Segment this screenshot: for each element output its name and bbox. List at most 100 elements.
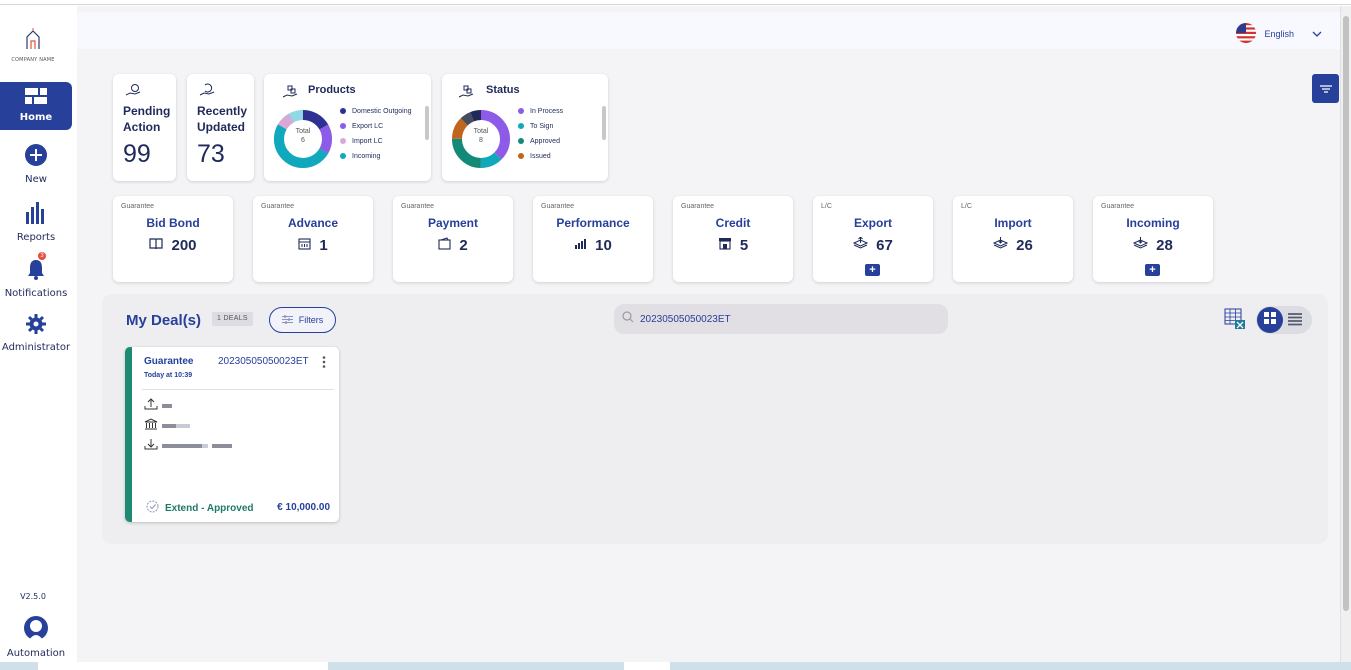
notification-badge: 3: [38, 252, 46, 260]
stack-down-icon: [992, 237, 1009, 254]
main-content: English Pending Action 99 Recently Updat…: [77, 6, 1340, 665]
sidebar-item-reports[interactable]: Reports: [0, 196, 72, 244]
sidebar-item-new[interactable]: New: [0, 138, 72, 186]
top-bar: English: [77, 12, 1340, 49]
bank-icon: [144, 417, 158, 435]
masked-text: [162, 444, 202, 448]
check-circle-icon: [146, 500, 159, 516]
filter-panel-button[interactable]: [1312, 74, 1339, 103]
masked-text: [176, 424, 190, 428]
sidebar-item-label: New: [25, 174, 47, 185]
add-export-button[interactable]: +: [865, 264, 880, 276]
deals-count-badge: 1 DEALS: [212, 312, 253, 326]
product-name: Bid Bond: [146, 216, 200, 230]
product-card-incoming[interactable]: Guarantee Incoming 28 +: [1093, 196, 1213, 282]
legend-label: Approved: [530, 138, 560, 145]
recently-updated-card[interactable]: Recently Updated 73: [187, 74, 254, 181]
product-card-performance[interactable]: Guarantee Performance 10: [533, 196, 653, 282]
chevron-down-icon: [1312, 29, 1322, 39]
legend-item: To Sign: [518, 122, 600, 131]
legend-label: To Sign: [530, 123, 554, 130]
my-deals-panel: My Deal(s) 1 DEALS Filters Guarantee 202…: [102, 294, 1328, 544]
page-scrollbar[interactable]: [1340, 6, 1351, 665]
product-name: Performance: [556, 216, 630, 230]
sidebar-item-label: Administrator: [1, 342, 71, 353]
search-input[interactable]: [640, 313, 930, 325]
user-profile[interactable]: Automation: [0, 610, 72, 659]
search-bar[interactable]: [614, 304, 948, 334]
export-excel-button[interactable]: [1224, 308, 1246, 335]
window-top-border: [0, 0, 1351, 5]
legend-label: Export LC: [352, 123, 384, 130]
product-card-export[interactable]: L/C Export 67 +: [813, 196, 933, 282]
sidebar-item-notifications[interactable]: 3 Notifications: [0, 252, 72, 300]
bell-icon: [26, 258, 46, 285]
home-icon: [25, 88, 47, 109]
product-card-advance[interactable]: Guarantee Advance 1: [253, 196, 373, 282]
product-category: L/C: [961, 203, 972, 210]
grid-view-button[interactable]: [1257, 307, 1283, 333]
user-avatar-icon: [23, 616, 49, 645]
app-version: V2.5.0: [20, 592, 46, 601]
deal-type: Guarantee: [144, 356, 194, 367]
language-label: English: [1264, 29, 1294, 39]
store-icon: [718, 237, 732, 254]
more-vertical-icon: [321, 356, 327, 373]
my-deals-title: My Deal(s): [126, 312, 202, 329]
pending-action-card[interactable]: Pending Action 99: [113, 74, 176, 181]
deal-reference: 20230505050023ET: [218, 356, 309, 367]
legend-label: Incoming: [352, 153, 381, 160]
recently-updated-title: Recently Updated: [197, 104, 248, 134]
hand-boxes-icon: [458, 84, 474, 105]
status-chart-title: Status: [486, 84, 520, 96]
book-icon: [149, 237, 164, 254]
product-name: Credit: [715, 216, 751, 230]
deal-menu-button[interactable]: [321, 355, 327, 369]
legend-label: Domestic Outgoing: [352, 108, 412, 115]
legend-item: Approved: [518, 137, 600, 146]
company-logo: COMPANY NAME: [0, 28, 66, 63]
legend-dot: [340, 153, 346, 159]
os-taskbar: [0, 662, 1351, 670]
sidebar-item-administrator[interactable]: Administrator: [0, 308, 72, 356]
product-card-credit[interactable]: Guarantee Credit 5: [673, 196, 793, 282]
list-icon: [1288, 313, 1302, 330]
us-flag-icon: [1236, 23, 1257, 45]
product-category: Guarantee: [541, 203, 575, 210]
product-card-payment[interactable]: Guarantee Payment 2: [393, 196, 513, 282]
product-card-bid-bond[interactable]: Guarantee Bid Bond 200: [113, 196, 233, 282]
legend-scrollbar[interactable]: [425, 106, 429, 140]
add-incoming-button[interactable]: +: [1145, 264, 1160, 276]
scrollbar-thumb[interactable]: [1343, 16, 1349, 611]
deal-card[interactable]: Guarantee 20230505050023ET Today at 10:3…: [125, 347, 339, 522]
sidebar-item-label: Reports: [16, 232, 56, 243]
product-category: L/C: [821, 203, 832, 210]
taskbar-item[interactable]: [624, 662, 670, 670]
language-selector[interactable]: English: [1236, 23, 1322, 45]
product-card-import[interactable]: L/C Import 26: [953, 196, 1073, 282]
masked-text: [162, 424, 176, 428]
legend-scrollbar[interactable]: [602, 106, 606, 140]
list-view-button[interactable]: [1288, 312, 1302, 331]
pending-action-value: 99: [123, 140, 151, 168]
total-value: 6: [301, 137, 305, 144]
download-tray-icon: [144, 437, 158, 455]
search-icon: [622, 310, 634, 328]
masked-text: [162, 404, 172, 408]
product-name: Incoming: [1126, 216, 1180, 230]
wallet-icon: [438, 237, 451, 254]
hand-boxes-icon: [282, 84, 298, 105]
filters-button[interactable]: Filters: [269, 307, 336, 333]
legend-item: Export LC: [340, 122, 422, 131]
legend-label: In Process: [530, 108, 564, 115]
legend-item: In Process: [518, 107, 600, 116]
legend-dot: [518, 123, 524, 129]
legend-item: Issued: [518, 152, 600, 161]
sidebar-item-home[interactable]: Home: [0, 82, 72, 130]
calendar-icon: [298, 237, 311, 254]
status-total: Total 8: [461, 128, 501, 144]
total-value: 8: [479, 137, 483, 144]
upload-tray-icon: [144, 397, 158, 415]
taskbar-item[interactable]: [38, 662, 328, 670]
status-legend: In Process To Sign Approved Issued: [518, 107, 600, 171]
